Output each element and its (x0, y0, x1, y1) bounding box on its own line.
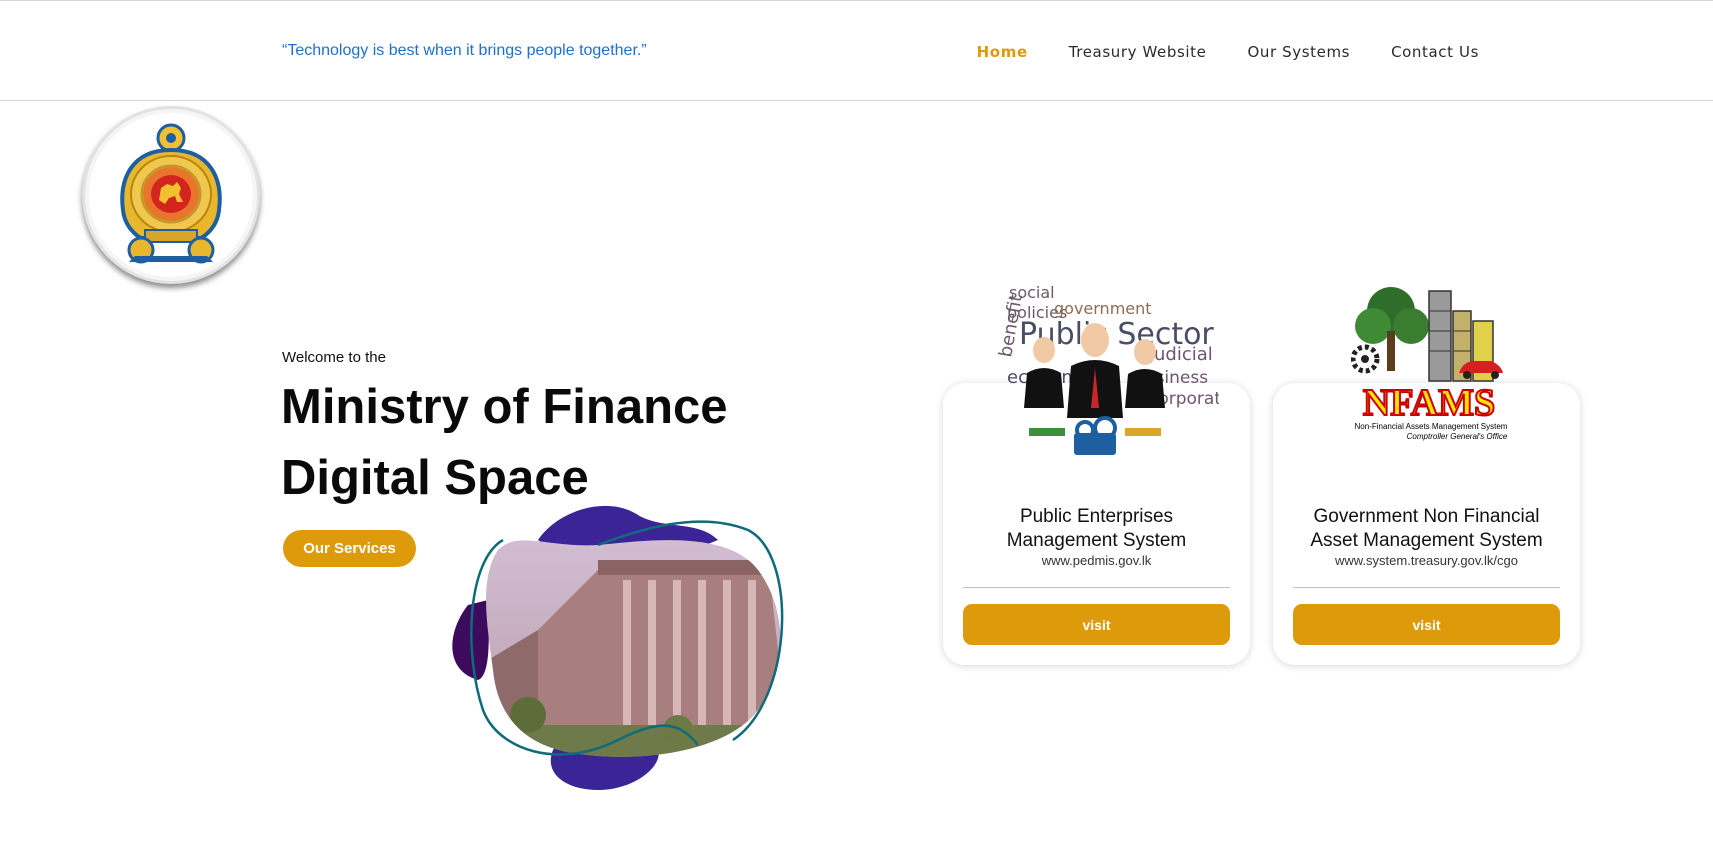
nfams-logo-subtitle: Non-Financial Assets Management System (1355, 422, 1508, 431)
card-divider (1293, 587, 1560, 588)
wordcloud-word: government (1054, 299, 1152, 318)
welcome-text: Welcome to the (282, 349, 386, 366)
public-sector-word-cloud-icon: social policies government Public Sector… (995, 283, 1219, 455)
hero-title: Ministry of Finance Digital Space (281, 372, 801, 514)
system-card-nfams: NFAMS Non-Financial Assets Management Sy… (1273, 287, 1580, 665)
nfams-logo-office: Comptroller General's Office (1407, 432, 1508, 441)
card-url: www.pedmis.gov.lk (1041, 553, 1152, 568)
card-title-line1: Public Enterprises (1019, 506, 1174, 527)
visit-nfams-button[interactable]: visit (1293, 604, 1560, 645)
card-title: Public Enterprises Management System (943, 505, 1250, 553)
main-nav: Home Treasury Website Our Systems Contac… (977, 43, 1479, 61)
card-title-line2: Asset Management System (1310, 530, 1543, 551)
system-card-pedmis: social policies government Public Sector… (943, 283, 1250, 665)
card-title: Government Non Financial Asset Managemen… (1273, 505, 1580, 553)
nav-home[interactable]: Home (977, 43, 1028, 61)
site-header: “Technology is best when it brings peopl… (0, 0, 1713, 101)
treasury-building-blob-illustration (452, 505, 784, 790)
visit-pedmis-button[interactable]: visit (963, 604, 1230, 645)
card-url: www.system.treasury.gov.lk/cgo (1334, 553, 1518, 568)
card-title-line1: Government Non Financial (1313, 506, 1540, 527)
card-divider (963, 587, 1230, 588)
sri-lanka-emblem-logo[interactable] (82, 106, 260, 284)
nfams-logo-text: NFAMS (1363, 382, 1495, 424)
hero-title-line2: Digital Space (281, 451, 589, 505)
nav-our-systems[interactable]: Our Systems (1247, 43, 1350, 61)
hero-title-line1: Ministry of Finance (281, 380, 728, 434)
nav-contact-us[interactable]: Contact Us (1391, 43, 1479, 61)
card-title-line2: Management System (1006, 530, 1187, 551)
nav-treasury-website[interactable]: Treasury Website (1069, 43, 1207, 61)
header-tagline: “Technology is best when it brings peopl… (282, 42, 647, 59)
emblem-icon (120, 123, 222, 264)
wordcloud-word: judicial (1148, 344, 1213, 365)
nfams-logo-icon: NFAMS Non-Financial Assets Management Sy… (1351, 287, 1508, 441)
our-services-button[interactable]: Our Services (283, 530, 416, 567)
